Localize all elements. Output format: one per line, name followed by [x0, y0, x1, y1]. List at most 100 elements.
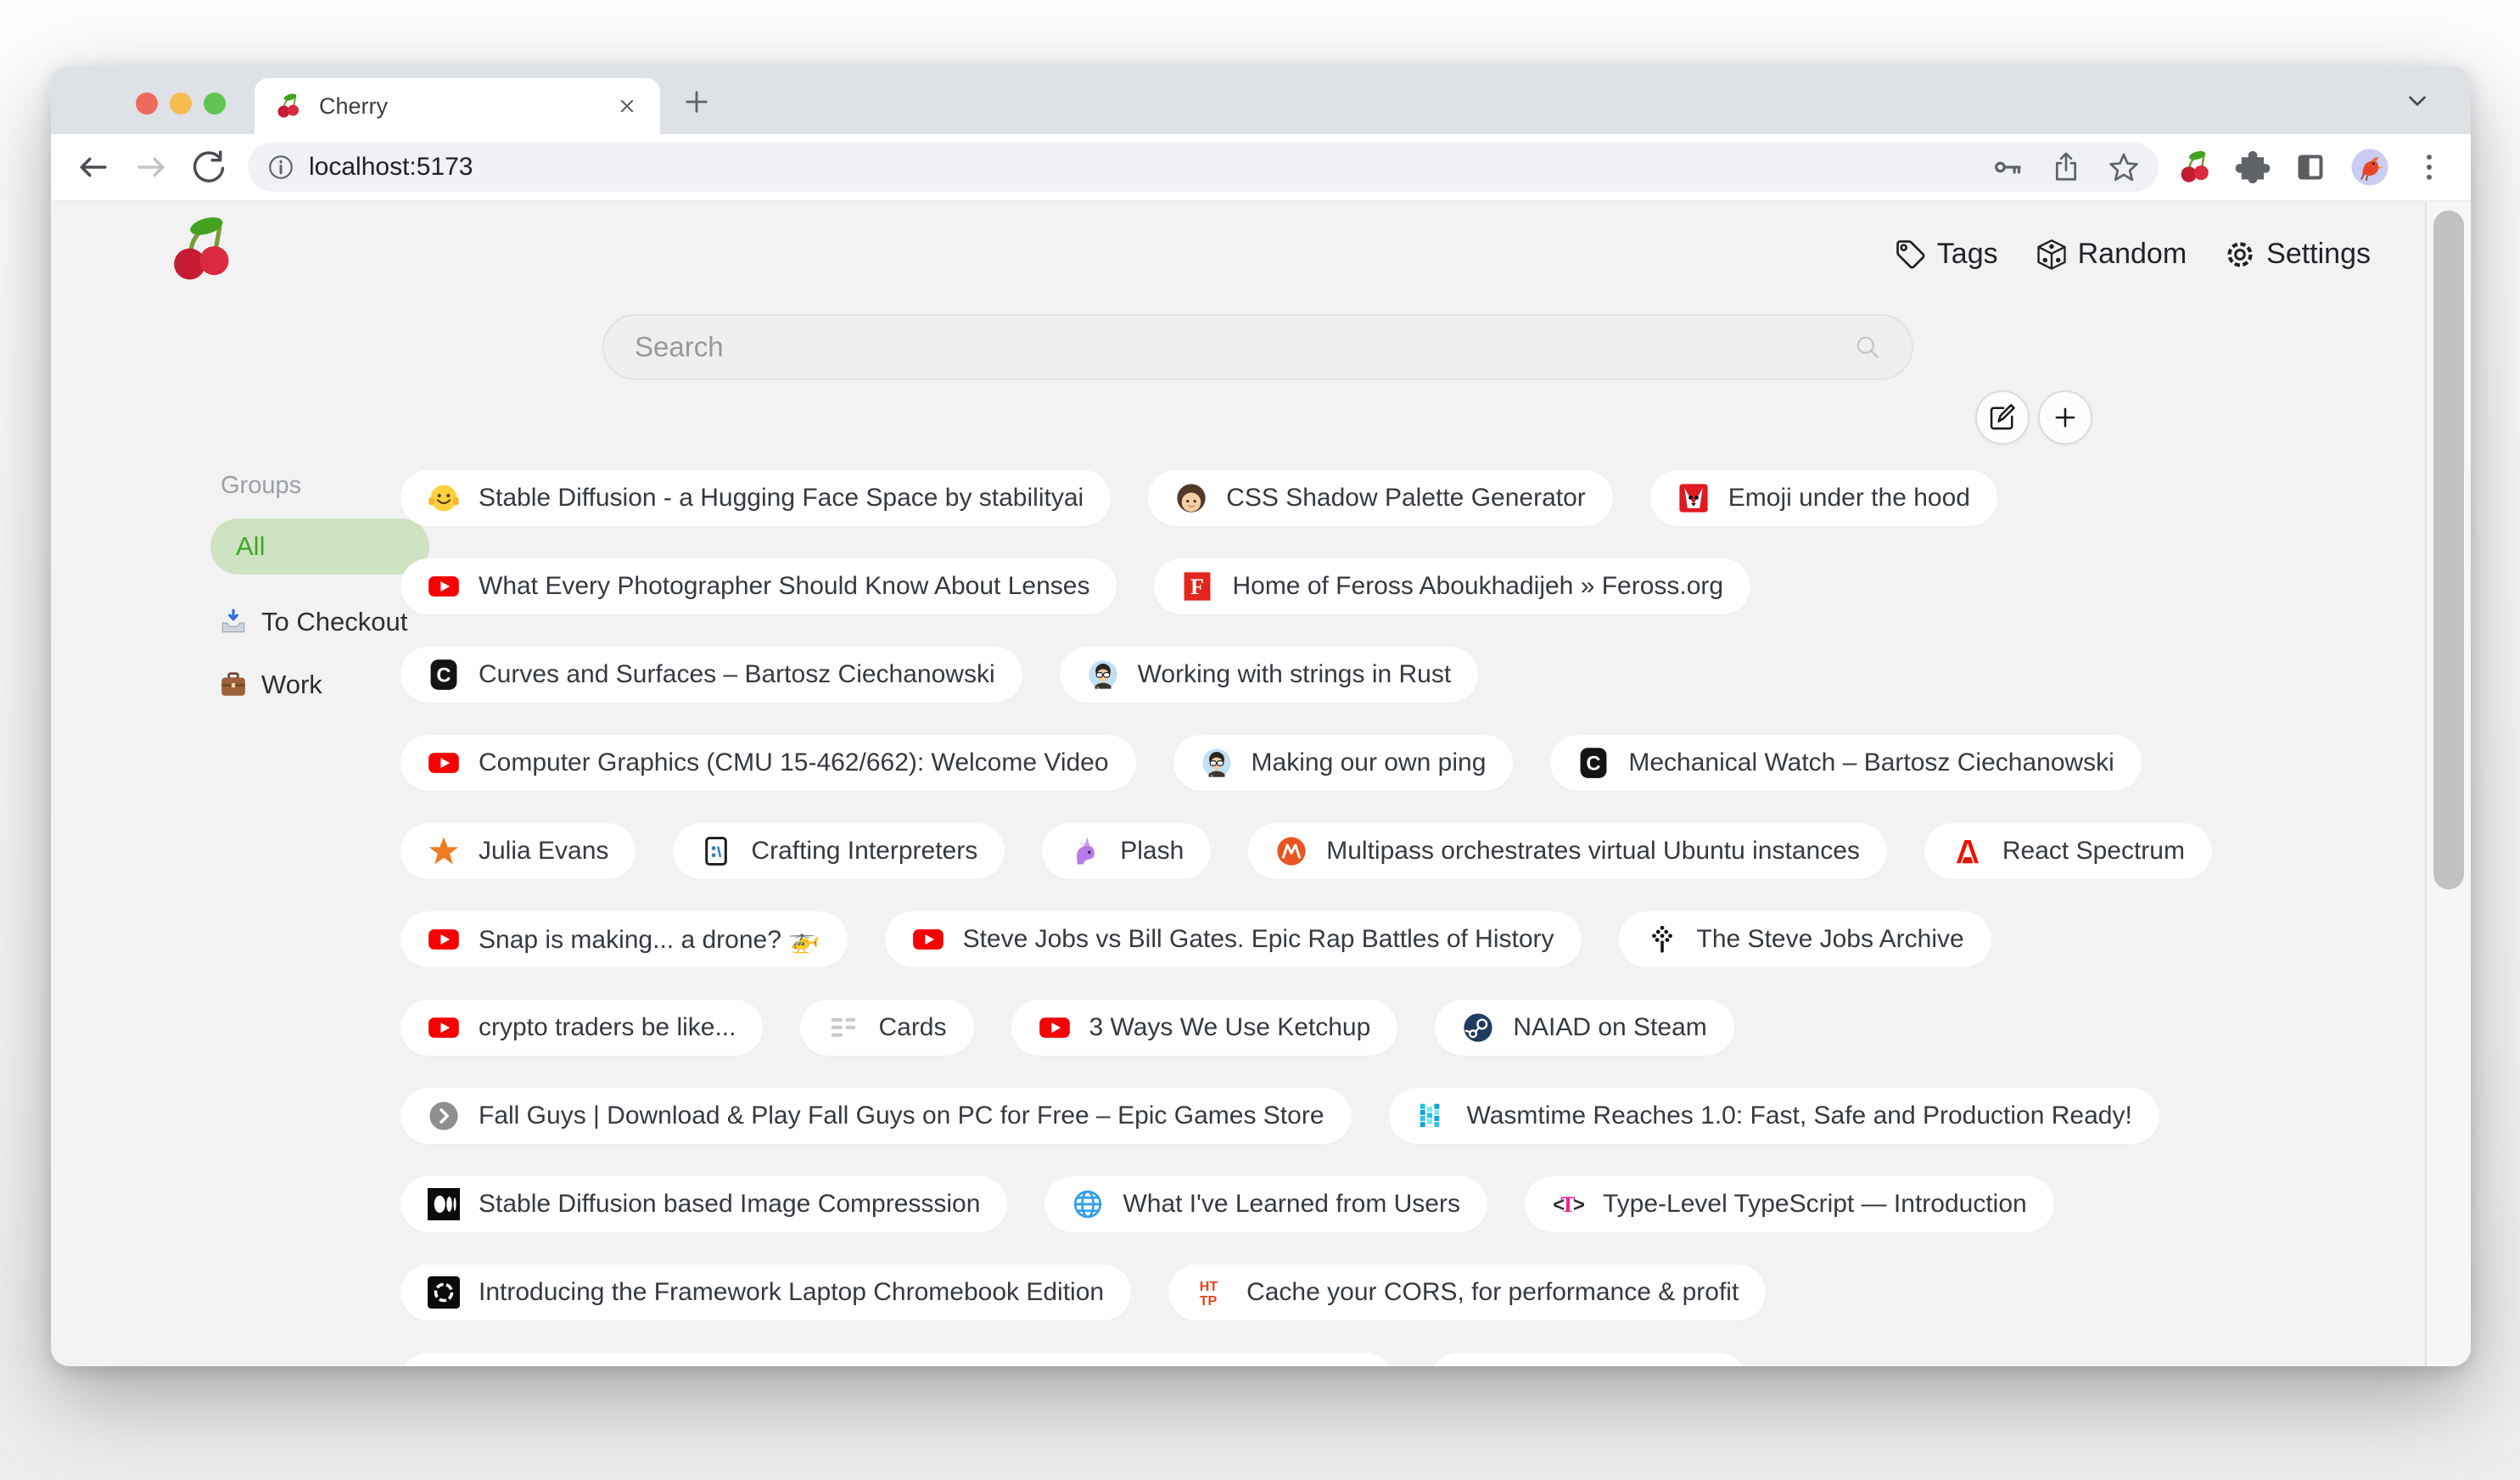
- browser-window: Cherry localhost:5173: [51, 66, 2471, 1366]
- bookmark-pill[interactable]: <T>Type-Level TypeScript — Introduction: [1525, 1176, 2054, 1232]
- nav-random[interactable]: Random: [2036, 238, 2187, 271]
- bookmark-star-icon[interactable]: [2108, 151, 2140, 183]
- sidebar-item-all[interactable]: All: [210, 519, 429, 575]
- url-text[interactable]: localhost:5173: [309, 153, 473, 182]
- sidebar-item-work[interactable]: Work: [219, 670, 416, 700]
- browser-menu-icon[interactable]: [2411, 149, 2447, 185]
- svg-text:HT: HT: [1200, 1279, 1218, 1294]
- bookmark-label: Stable Diffusion - a Hugging Face Space …: [479, 484, 1084, 513]
- bookmark-pill[interactable]: Stable Diffusion based Image Compresssio…: [400, 1176, 1007, 1232]
- bookmark-pill[interactable]: Cards: [800, 1000, 973, 1056]
- nav-settings[interactable]: Settings: [2224, 238, 2371, 271]
- nav-random-label: Random: [2078, 238, 2187, 271]
- new-tab-button[interactable]: [680, 85, 714, 119]
- bookmark-pill[interactable]: Wasmtime Reaches 1.0: Fast, Safe and Pro…: [1389, 1088, 2159, 1144]
- bookmark-pill[interactable]: Computer Graphics (CMU 15-462/662): Welc…: [400, 735, 1136, 791]
- bird-avatar-icon[interactable]: [2350, 148, 2389, 187]
- bookmark-pill[interactable]: 3 Ways We Use Ketchup: [1011, 1000, 1398, 1056]
- groups-heading: Groups: [221, 472, 416, 500]
- youtube-icon: [1039, 1012, 1071, 1044]
- nav-settings-label: Settings: [2266, 238, 2371, 271]
- forward-button[interactable]: [132, 149, 170, 186]
- bookmark-pill[interactable]: Working with strings in Rust: [1060, 647, 1479, 703]
- bookmark-pill[interactable]: HTTP Cache your CORS, for performance & p…: [1168, 1264, 1766, 1320]
- bookmark-pill[interactable]: Julia Evans: [400, 823, 636, 879]
- page-scrollbar[interactable]: [2425, 202, 2471, 1366]
- bookmark-pill[interactable]: Snap is making... a drone? 🚁: [400, 911, 848, 967]
- bookmark-row: Snap is making... a drone? 🚁 Steve Jobs v…: [400, 911, 2212, 967]
- zoom-window-button[interactable]: [204, 92, 226, 115]
- bookmark-pill[interactable]: What Every Photographer Should Know Abou…: [400, 558, 1117, 614]
- plus-icon: [2050, 402, 2080, 433]
- puzzle-icon[interactable]: [2235, 149, 2271, 185]
- address-bar[interactable]: localhost:5173: [248, 143, 2159, 192]
- bookmark-pill[interactable]: The Steve Jobs Archive: [1619, 911, 1991, 967]
- bookmark-pill[interactable]: Multipass orchestrates virtual Ubuntu in…: [1248, 823, 1887, 879]
- bookmark-label: Cards: [878, 1013, 946, 1042]
- panel-icon[interactable]: [2293, 149, 2328, 185]
- bookmark-pill[interactable]: [400, 1353, 1393, 1366]
- svg-text:C: C: [436, 664, 451, 687]
- close-tab-icon[interactable]: [614, 93, 640, 119]
- sidebar-item-to-checkout[interactable]: To Checkout: [219, 607, 416, 637]
- globe-icon: [1072, 1188, 1104, 1220]
- search-input[interactable]: [633, 330, 1852, 364]
- bookmark-pill[interactable]: Plash: [1042, 823, 1211, 879]
- bookmark-pill[interactable]: CCurves and Surfaces – Bartosz Ciechanow…: [400, 647, 1022, 703]
- bookmark-pill[interactable]: React Spectrum: [1924, 823, 2212, 879]
- svg-text:TP: TP: [1200, 1293, 1218, 1309]
- edit-button[interactable]: [1975, 390, 2030, 445]
- cherry-extension-icon[interactable]: [2177, 149, 2213, 185]
- minimize-window-button[interactable]: [170, 92, 192, 115]
- bookmark-pill[interactable]: CSS Shadow Palette Generator: [1148, 470, 1613, 526]
- info-icon[interactable]: [266, 153, 295, 182]
- reload-button[interactable]: [190, 149, 227, 186]
- chevron-down-icon[interactable]: [2403, 87, 2432, 115]
- bookmark-pill[interactable]: FHome of Feross Aboukhadijeh » Feross.or…: [1154, 558, 1750, 614]
- youtube-icon: [428, 570, 460, 603]
- star-icon: [428, 835, 460, 867]
- bookmark-label: Cache your CORS, for performance & profi…: [1246, 1278, 1739, 1307]
- bookmark-pill[interactable]: What I've Learned from Users: [1044, 1176, 1487, 1232]
- share-icon[interactable]: [2050, 151, 2082, 183]
- bookmark-pill[interactable]: Making our own ping: [1173, 735, 1514, 791]
- bookmark-pill[interactable]: crypto traders be like...: [400, 1000, 763, 1056]
- scrollbar-thumb[interactable]: [2433, 210, 2464, 889]
- inbox-icon: [219, 608, 248, 636]
- bookmark-row: Introducing the Framework Laptop Chromeb…: [400, 1264, 2212, 1320]
- add-bookmark-button[interactable]: [2038, 390, 2092, 445]
- hugging-face-icon: [428, 482, 460, 514]
- bookmark-pill[interactable]: Steve Jobs vs Bill Gates. Epic Rap Battl…: [885, 911, 1582, 967]
- bookmark-row: CCurves and Surfaces – Bartosz Ciechanow…: [400, 647, 2212, 703]
- bookmark-pill[interactable]: Emoji under the hood: [1650, 470, 1997, 526]
- bookmark-pill[interactable]: Stable Diffusion - a Hugging Face Space …: [400, 470, 1111, 526]
- bookmark-row: Fall Guys | Download & Play Fall Guys on…: [400, 1088, 2212, 1144]
- bookmark-row: Stable Diffusion - a Hugging Face Space …: [400, 470, 2212, 526]
- youtube-icon: [912, 923, 944, 956]
- steam-icon: [1462, 1012, 1494, 1044]
- bookmark-pill[interactable]: Fall Guys | Download & Play Fall Guys on…: [400, 1088, 1352, 1144]
- tab-cherry[interactable]: Cherry: [255, 78, 660, 134]
- bookmark-pill[interactable]: NAIAD on Steam: [1435, 1000, 1733, 1056]
- framework-icon: [428, 1276, 460, 1309]
- search-bar[interactable]: [602, 314, 1913, 380]
- svg-text:>: >: [1573, 1193, 1584, 1216]
- bookmark-row: Computer Graphics (CMU 15-462/662): Welc…: [400, 735, 2212, 791]
- bookmark-pill[interactable]: Introducing the Framework Laptop Chromeb…: [400, 1264, 1131, 1320]
- ciechanowski-c-icon: C: [1577, 747, 1610, 779]
- magnifier-icon: [1852, 332, 1883, 362]
- epic-games-icon: [428, 1100, 460, 1132]
- nav-tags[interactable]: Tags: [1895, 238, 1998, 271]
- bookmark-pill[interactable]: CMechanical Watch – Bartosz Ciechanowski: [1550, 735, 2141, 791]
- key-icon[interactable]: [1992, 151, 2024, 183]
- bookmark-rows: Stable Diffusion - a Hugging Face Space …: [400, 470, 2212, 1366]
- bookmark-pill[interactable]: [1431, 1353, 1746, 1366]
- back-button[interactable]: [75, 149, 112, 186]
- bookmark-pill[interactable]: Crafting Interpreters: [673, 823, 1005, 879]
- close-window-button[interactable]: [136, 92, 158, 115]
- bookmark-label: Snap is making... a drone? 🚁: [479, 925, 820, 955]
- dice-icon: [2036, 238, 2068, 271]
- ciechanowski-c-icon: C: [428, 659, 460, 691]
- feross-f-icon: F: [1181, 570, 1213, 603]
- bookmark-label: React Spectrum: [2002, 837, 2185, 866]
